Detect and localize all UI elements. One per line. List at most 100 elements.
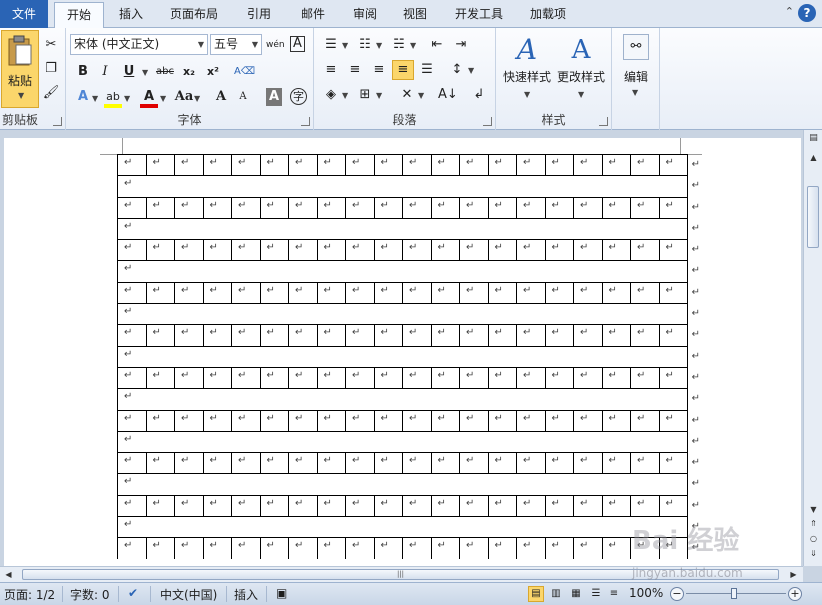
multilevel-list-icon[interactable]: ☵ [390,36,408,54]
table-cell-merged[interactable]: ↵ [118,347,687,360]
table-cell[interactable]: ↵ [147,155,175,176]
table-row[interactable]: ↵ ↵ ↵ ↵ ↵ ↵ ↵ ↵ ↵ ↵ ↵ ↵ ↵ ↵ ↵ ↵ ↵ ↵ ↵ ↵ ↵ [117,281,700,304]
table-cell[interactable]: ↵ [432,197,460,218]
help-icon[interactable]: ? [798,4,816,22]
table-cell[interactable]: ↵ [118,325,147,346]
table-cell[interactable]: ↵ [289,325,318,346]
table-cell[interactable]: ↵ [660,453,688,474]
table-cell[interactable]: ↵ [403,197,432,218]
table-cell[interactable]: ↵ [574,325,603,346]
table-cell[interactable]: ↵ [147,453,175,474]
shrink-font-button[interactable]: A [234,88,252,106]
table-cell[interactable]: ↵ [660,155,688,176]
table-cell[interactable]: ↵ [489,282,517,304]
table-cell[interactable]: ↵ [489,197,517,218]
outline-view-icon[interactable]: ☰ [588,586,604,602]
table-cell-merged[interactable]: ↵ [118,261,687,274]
table-cell[interactable]: ↵ [346,367,375,389]
table-cell[interactable]: ↵ [432,453,460,474]
table-cell[interactable]: ↵ [204,410,232,431]
table-cell[interactable]: ↵ [318,410,346,431]
table-cell[interactable]: ↵ [175,240,204,261]
table-cell[interactable]: ↵ [460,325,489,346]
table-cell[interactable]: ↵ [375,538,403,559]
table-cell[interactable]: ↵ [204,325,232,346]
table-cell[interactable]: ↵ [631,325,660,346]
clear-formatting-icon[interactable]: A⌫ [234,63,255,81]
table-cell[interactable]: ↵ [403,155,432,176]
table-cell[interactable]: ↵ [517,197,546,218]
table-cell[interactable]: ↵ [261,453,289,474]
table-cell[interactable]: ↵ [574,367,603,389]
table-cell[interactable]: ↵ [546,453,574,474]
table-cell[interactable]: ↵ [403,240,432,261]
table-cell[interactable]: ↵ [261,325,289,346]
table-cell[interactable]: ↵ [147,197,175,218]
table-cell[interactable]: ↵ [432,410,460,431]
text-effects-dropdown-icon[interactable]: ▼ [92,94,98,103]
table-cell[interactable]: ↵ [318,453,346,474]
bullets-dropdown-icon[interactable]: ▼ [342,41,348,50]
table-cell[interactable]: ↵ [660,197,688,218]
table-cell[interactable]: ↵ [546,240,574,261]
paste-button[interactable]: 粘贴 ▼ [1,30,39,108]
table-cell[interactable]: ↵ [204,495,232,517]
table-cell[interactable]: ↵ [631,495,660,517]
tab-insert[interactable]: 插入 [108,2,154,27]
table-cell[interactable]: ↵ [631,453,660,474]
table-cell[interactable]: ↵ [232,367,261,389]
table-cell[interactable]: ↵ [375,197,403,218]
table-row[interactable]: ↵ ↵ ↵ ↵ ↵ ↵ ↵ ↵ ↵ ↵ ↵ ↵ ↵ ↵ ↵ ↵ ↵ ↵ ↵ ↵ ↵ [117,324,700,346]
ruler-toggle-icon[interactable]: ▤ [808,133,819,144]
table-cell[interactable]: ↵ [261,495,289,517]
table-cell[interactable]: ↵ [346,453,375,474]
tab-home[interactable]: 开始 [54,2,104,29]
table-cell[interactable]: ↵ [232,538,261,559]
table-cell[interactable]: ↵ [489,325,517,346]
table-cell[interactable]: ↵ [375,453,403,474]
table-cell[interactable]: ↵ [574,410,603,431]
paste-dropdown-icon[interactable]: ▼ [18,91,24,100]
table-cell[interactable]: ↵ [289,367,318,389]
table-cell[interactable]: ↵ [346,197,375,218]
table-cell[interactable]: ↵ [460,495,489,517]
chevron-down-icon[interactable]: ▼ [252,35,258,54]
font-color-dropdown-icon[interactable]: ▼ [160,94,166,103]
numbering-icon[interactable]: ☷ [356,36,374,54]
table-row[interactable]: ↵ ↵ [117,430,700,453]
macro-record-icon[interactable]: ▣ [276,586,287,600]
table-cell[interactable]: ↵ [118,367,147,389]
table-cell[interactable]: ↵ [318,495,346,517]
minimize-ribbon-icon[interactable]: ⌃ [785,5,794,18]
table-cell[interactable]: ↵ [289,155,318,176]
table-cell[interactable]: ↵ [204,538,232,559]
zoom-out-icon[interactable]: − [670,587,684,601]
table-cell[interactable]: ↵ [603,282,631,304]
table-cell[interactable]: ↵ [147,367,175,389]
align-right-icon[interactable]: ≡ [370,61,388,79]
tab-file[interactable]: 文件 [0,0,48,28]
font-color-icon[interactable]: A [140,88,158,108]
table-cell[interactable]: ↵ [517,282,546,304]
table-cell[interactable]: ↵ [489,538,517,559]
table-cell[interactable]: ↵ [175,282,204,304]
table-cell[interactable]: ↵ [289,240,318,261]
table-cell[interactable]: ↵ [432,282,460,304]
table-row[interactable]: ↵ ↵ ↵ ↵ ↵ ↵ ↵ ↵ ↵ ↵ ↵ ↵ ↵ ↵ ↵ ↵ ↵ ↵ ↵ ↵ ↵ [117,494,700,517]
shading-dropdown-icon[interactable]: ▼ [342,91,348,100]
table-row[interactable]: ↵ ↵ ↵ ↵ ↵ ↵ ↵ ↵ ↵ ↵ ↵ ↵ ↵ ↵ ↵ ↵ ↵ ↵ ↵ ↵ ↵ [117,154,700,176]
chinese-layout-dropdown-icon[interactable]: ▼ [418,91,424,100]
language-indicator[interactable]: 中文(中国) [160,586,217,603]
change-case-button[interactable]: Aa [172,88,196,106]
table-cell[interactable]: ↵ [375,325,403,346]
table-cell[interactable]: ↵ [346,410,375,431]
table-cell[interactable]: ↵ [517,410,546,431]
table-cell[interactable]: ↵ [660,410,688,431]
table-cell[interactable]: ↵ [118,282,147,304]
line-spacing-dropdown-icon[interactable]: ▼ [468,66,474,75]
table-cell[interactable]: ↵ [574,453,603,474]
table-cell[interactable]: ↵ [660,325,688,346]
table-cell[interactable]: ↵ [289,410,318,431]
table-cell[interactable]: ↵ [403,282,432,304]
table-cell[interactable]: ↵ [574,538,603,559]
